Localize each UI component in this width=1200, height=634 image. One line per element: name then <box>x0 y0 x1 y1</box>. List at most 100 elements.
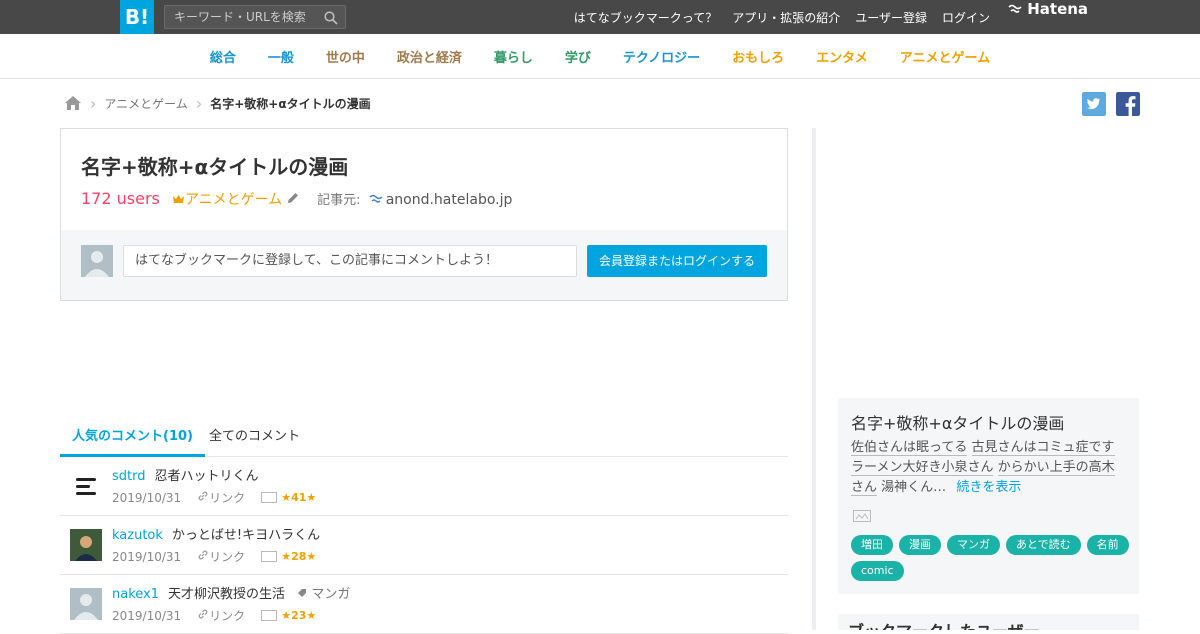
summary-title[interactable]: 名字+敬称+αタイトルの漫画 <box>851 410 1064 434</box>
search-input[interactable]: キーワード・URLを検索 <box>164 5 346 29</box>
entry-title[interactable]: 名字+敬称+αタイトルの漫画 <box>81 151 348 180</box>
comment-date[interactable]: 2019/10/31 <box>112 609 181 623</box>
category-item[interactable]: アニメとゲーム <box>900 47 990 66</box>
category-item[interactable]: 政治と経済 <box>397 47 462 66</box>
entry-category-label: アニメとゲーム <box>184 192 283 208</box>
comment-tag[interactable]: マンガ <box>297 587 350 602</box>
source-domain[interactable]: anond.hatelabo.jp <box>386 192 513 208</box>
comment-username[interactable]: sdtrd <box>112 469 146 484</box>
crown-icon <box>172 195 184 203</box>
bookmark-users-heading: ブックマークしたユーザー <box>848 618 1040 630</box>
comment-tabs: 人気のコメント(10) 全てのコメント <box>60 422 788 457</box>
star-count-value: 28 <box>291 550 307 563</box>
comment-username[interactable]: kazutok <box>112 528 163 543</box>
home-icon[interactable] <box>64 95 82 111</box>
breadcrumb: › アニメとゲーム › 名字+敬称+αタイトルの漫画 <box>64 92 371 114</box>
bookmark-users-card: ブックマークしたユーザー <box>838 614 1139 630</box>
chevron-right-icon: › <box>90 93 97 113</box>
comment-line: kazutok かっとばせ!キヨハラくん <box>112 524 320 543</box>
breadcrumb-category[interactable]: アニメとゲーム <box>104 95 187 112</box>
add-star-icon[interactable] <box>261 492 278 503</box>
entry-category[interactable]: アニメとゲーム <box>172 189 282 209</box>
pencil-icon[interactable] <box>287 192 299 204</box>
tag-pill[interactable]: 名前 <box>1086 535 1129 555</box>
login-link[interactable]: ログイン <box>942 9 990 26</box>
about-link[interactable]: はてなブックマークって？ <box>574 9 717 26</box>
star-count[interactable]: ★41★ <box>281 491 316 504</box>
guest-avatar <box>81 245 113 277</box>
twitter-icon[interactable] <box>1082 92 1106 116</box>
user-avatar[interactable] <box>70 588 102 620</box>
star-count[interactable]: ★28★ <box>281 550 316 563</box>
apps-link[interactable]: アプリ・拡張の紹介 <box>732 9 840 26</box>
column-divider <box>812 128 816 630</box>
tag-pill[interactable]: マンガ <box>947 535 1000 555</box>
comment-date[interactable]: 2019/10/31 <box>112 550 181 564</box>
hatena-brand[interactable]: Hatena <box>1008 0 1088 34</box>
search-placeholder: キーワード・URLを検索 <box>174 10 306 24</box>
tab-all-comments[interactable]: 全てのコメント <box>197 422 312 457</box>
category-item[interactable]: 暮らし <box>494 47 533 66</box>
source-label: 記事元: <box>317 193 361 208</box>
category-item[interactable]: 一般 <box>268 47 294 66</box>
comment-row: kazutok かっとばせ!キヨハラくん 2019/10/31 リンク ★28★ <box>60 516 788 575</box>
tag-icon <box>298 589 307 597</box>
top-bar: B! キーワード・URLを検索 はてなブックマークって？ アプリ・拡張の紹介 ユ… <box>0 0 1200 34</box>
facebook-icon[interactable] <box>1116 92 1140 116</box>
tag-pill[interactable]: 漫画 <box>899 535 941 555</box>
hatebu-logo[interactable]: B! <box>120 0 154 34</box>
comment-form: はてなブックマークに登録して、この記事にコメントしよう！ 会員登録またはログイン… <box>61 230 787 300</box>
comment-input[interactable]: はてなブックマークに登録して、この記事にコメントしよう！ <box>123 245 577 277</box>
link-icon <box>198 609 208 619</box>
summary-link[interactable]: 佐伯さんは眠ってる <box>851 440 968 456</box>
user-avatar[interactable] <box>70 529 102 561</box>
summary-link[interactable]: ラーメン大好き小泉さん <box>851 460 994 476</box>
chevron-right-icon: › <box>195 93 203 113</box>
comment-row: sdtrd 忍者ハットリくん 2019/10/31 リンク ★41★ <box>60 457 788 516</box>
tag-pill[interactable]: 増田 <box>851 535 893 555</box>
star-count-value: 23 <box>291 609 307 622</box>
star-count[interactable]: ★23★ <box>281 609 316 622</box>
link-icon <box>198 491 208 501</box>
comment-link[interactable]: リンク <box>197 607 245 624</box>
tag-pill[interactable]: comic <box>851 561 904 581</box>
register-link[interactable]: ユーザー登録 <box>855 9 927 26</box>
comment-link[interactable]: リンク <box>197 489 245 506</box>
comment-link-label: リンク <box>209 491 246 505</box>
breadcrumb-current: 名字+敬称+αタイトルの漫画 <box>210 96 371 111</box>
category-item[interactable]: テクノロジー <box>623 47 700 66</box>
bookmark-users-count[interactable]: 172 users <box>81 189 160 208</box>
comment-meta: 2019/10/31 リンク ★23★ <box>112 607 316 624</box>
hatena-label: Hatena <box>1027 0 1089 18</box>
category-item[interactable]: おもしろ <box>732 47 784 66</box>
add-star-icon[interactable] <box>261 610 278 621</box>
category-item[interactable]: エンタメ <box>816 47 868 66</box>
search-icon[interactable] <box>324 11 338 25</box>
add-star-icon[interactable] <box>853 510 871 522</box>
category-item[interactable]: 世の中 <box>326 47 365 66</box>
add-star-icon[interactable] <box>261 551 278 562</box>
user-avatar[interactable] <box>70 470 102 502</box>
show-more-link[interactable]: 続きを表示 <box>956 480 1021 495</box>
summary-link[interactable]: 古見さんはコミュ症です <box>971 440 1115 456</box>
entry-meta: 172 users アニメとゲーム 記事元: anond.hatelabo.jp <box>81 189 512 209</box>
comment-username[interactable]: nakex1 <box>112 587 159 602</box>
tab-popular-comments[interactable]: 人気のコメント(10) <box>60 422 205 457</box>
summary-text: 湯神くん… <box>881 480 947 495</box>
comment-link[interactable]: リンク <box>197 548 245 565</box>
comment-date[interactable]: 2019/10/31 <box>112 491 181 505</box>
entry-summary-card: 名字+敬称+αタイトルの漫画 佐伯さんは眠ってる 古見さんはコミュ症です ラーメ… <box>838 398 1139 594</box>
hatena-logo-icon <box>1008 4 1022 13</box>
header-links: はてなブックマークって？ アプリ・拡張の紹介 ユーザー登録 ログイン <box>574 0 990 34</box>
tag-pill[interactable]: あとで読む <box>1006 535 1081 555</box>
tag-list: 増田 漫画 マンガ あとで読む 名前 comic <box>851 535 1131 581</box>
link-icon <box>198 550 208 560</box>
comment-link-label: リンク <box>209 550 246 564</box>
summary-description: 佐伯さんは眠ってる 古見さんはコミュ症です ラーメン大好き小泉さん からかい上手… <box>851 438 1126 498</box>
comment-link-label: リンク <box>209 609 246 623</box>
comment-line: sdtrd 忍者ハットリくん <box>112 465 259 484</box>
category-item[interactable]: 総合 <box>210 47 236 66</box>
login-button[interactable]: 会員登録またはログインする <box>587 245 767 277</box>
comment-line: nakex1 天才柳沢教授の生活 マンガ <box>112 583 350 602</box>
category-item[interactable]: 学び <box>565 47 591 66</box>
